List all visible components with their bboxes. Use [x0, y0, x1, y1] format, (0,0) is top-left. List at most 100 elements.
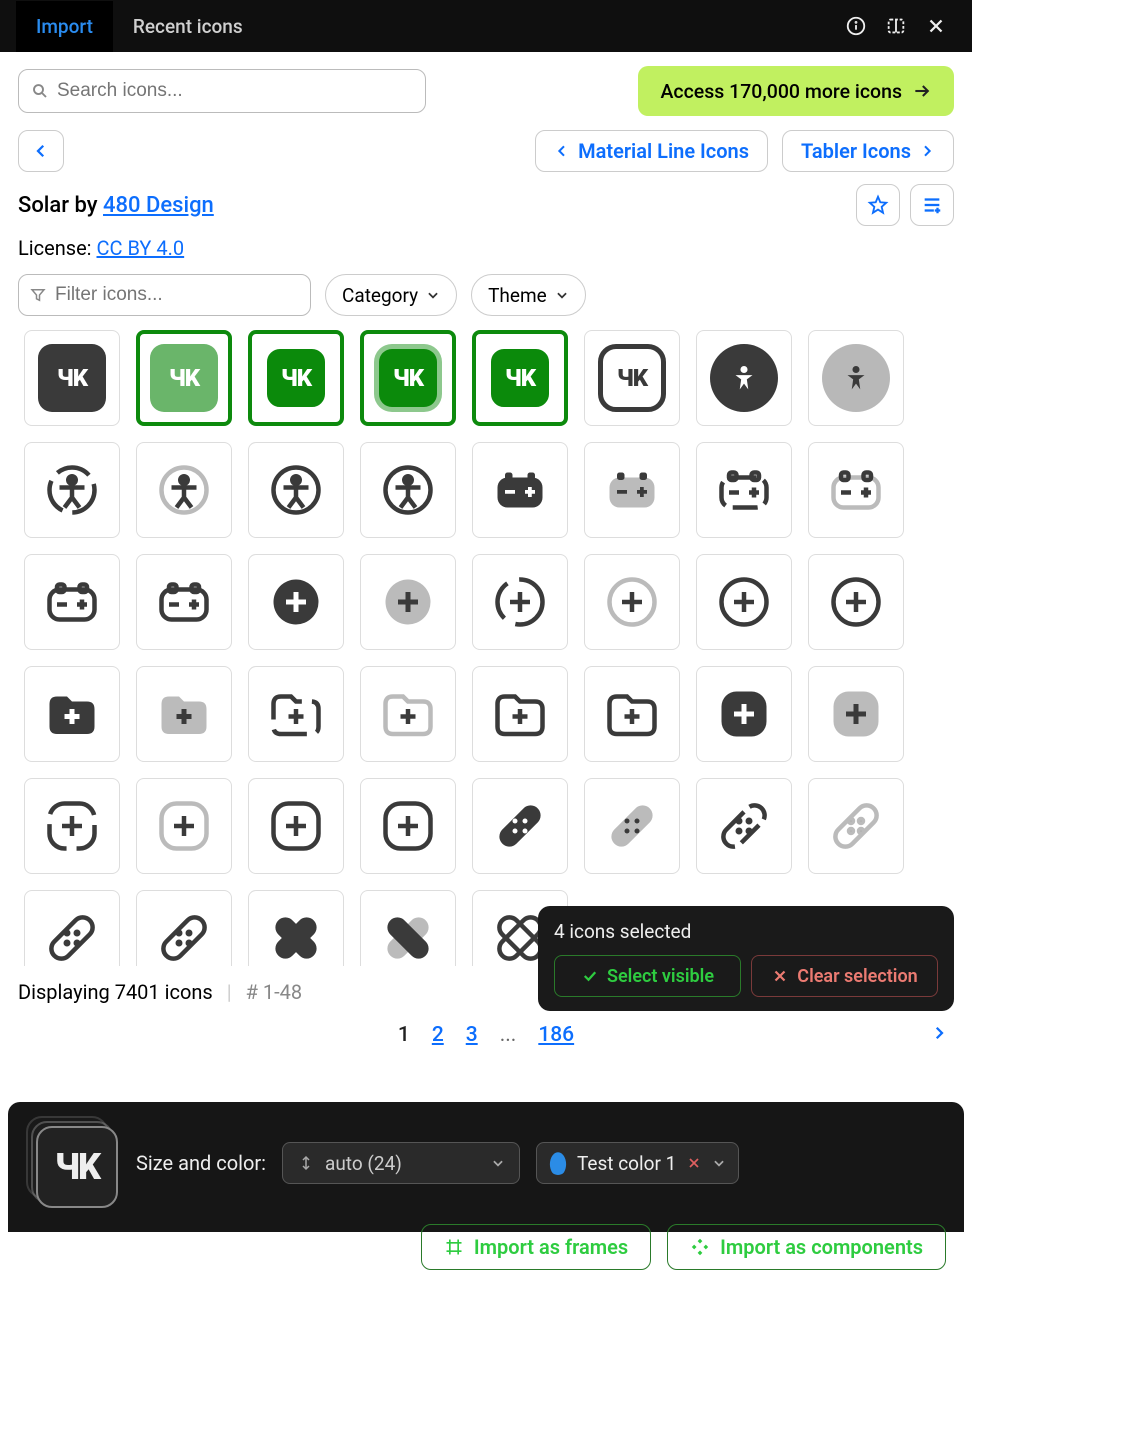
chevron-down-icon — [712, 1156, 726, 1170]
license-link[interactable]: CC BY 4.0 — [97, 236, 185, 260]
icon-accessibility-outline[interactable] — [360, 442, 456, 538]
icon-4k-line-duotone[interactable]: ЧK — [360, 330, 456, 426]
page-ellipsis: ... — [500, 1023, 517, 1047]
import-as-components-button[interactable]: Import as components — [667, 1224, 946, 1270]
icon-adhesive-plaster-2-duotone[interactable] — [360, 890, 456, 966]
icon-adhesive-plaster-line-duotone[interactable] — [808, 778, 904, 874]
icon-add-square-line-duotone[interactable] — [136, 778, 232, 874]
icon-4k-bold[interactable]: ЧK — [24, 330, 120, 426]
component-icon — [690, 1237, 710, 1257]
pagination: 1 2 3 ... 186 — [0, 1017, 972, 1057]
color-swatch-icon — [549, 1151, 567, 1175]
icon-add-circle-line-duotone[interactable] — [584, 554, 680, 650]
page-next-arrow[interactable] — [930, 1024, 948, 1046]
arrow-right-icon — [912, 81, 932, 101]
access-more-button[interactable]: Access 170,000 more icons — [638, 66, 954, 116]
filter-row: Category Theme — [0, 274, 972, 330]
icon-add-circle-duotone[interactable] — [360, 554, 456, 650]
icon-add-square-duotone[interactable] — [808, 666, 904, 762]
search-field[interactable] — [57, 80, 413, 102]
icon-adhesive-plaster-linear[interactable] — [24, 890, 120, 966]
favorite-button[interactable] — [856, 184, 900, 226]
icon-adhesive-plaster-outline[interactable] — [136, 890, 232, 966]
icon-add-folder-duotone[interactable] — [136, 666, 232, 762]
title-row: Solar by 480 Design — [0, 184, 972, 236]
icon-accessibility-bold[interactable] — [696, 330, 792, 426]
nav-row: Material Line Icons Tabler Icons — [0, 130, 972, 184]
back-button[interactable] — [18, 130, 64, 172]
icon-4k-linear[interactable]: ЧK — [472, 330, 568, 426]
page-1: 1 — [398, 1023, 410, 1047]
page-last[interactable]: 186 — [538, 1023, 574, 1047]
list-plus-icon — [921, 194, 943, 216]
icon-add-circle-outline[interactable] — [808, 554, 904, 650]
iconset-title: Solar by 480 Design — [18, 193, 214, 218]
header-bar: Import Recent icons — [0, 0, 972, 52]
icon-adhesive-plaster-2-bold[interactable] — [248, 890, 344, 966]
list-add-button[interactable] — [910, 184, 954, 226]
frame-icon — [444, 1237, 464, 1257]
check-icon — [581, 967, 599, 985]
panel-icon[interactable] — [876, 6, 916, 46]
icon-add-folder-line-duotone[interactable] — [360, 666, 456, 762]
icon-grid: ЧK ЧK ЧK ЧK ЧK ЧK — [14, 330, 958, 966]
clear-selection-button[interactable]: Clear selection — [751, 955, 938, 997]
tab-import[interactable]: Import — [16, 1, 113, 52]
tab-recent-icons[interactable]: Recent icons — [113, 1, 263, 52]
icon-adhesive-plaster-broken[interactable] — [696, 778, 792, 874]
icon-adhesive-plaster-bold[interactable] — [472, 778, 568, 874]
icon-accessibility-linear[interactable] — [248, 442, 344, 538]
theme-dropdown[interactable]: Theme — [471, 274, 586, 316]
filter-field[interactable] — [55, 284, 300, 306]
chevron-down-icon — [555, 288, 569, 302]
icon-4k-broken[interactable]: ЧK — [248, 330, 344, 426]
icon-add-square-outline[interactable] — [360, 778, 456, 874]
info-icon[interactable] — [836, 6, 876, 46]
chevron-right-icon — [930, 1024, 948, 1042]
icon-add-folder-bold[interactable] — [24, 666, 120, 762]
import-as-frames-button[interactable]: Import as frames — [421, 1224, 651, 1270]
size-dropdown[interactable]: auto (24) — [282, 1142, 520, 1184]
icon-accessibility-broken[interactable] — [24, 442, 120, 538]
category-dropdown[interactable]: Category — [325, 274, 457, 316]
display-count: Displaying 7401 icons — [18, 980, 213, 1004]
access-more-label: Access 170,000 more icons — [660, 80, 902, 103]
icon-accumulator-bold[interactable] — [472, 442, 568, 538]
select-visible-button[interactable]: Select visible — [554, 955, 741, 997]
icon-grid-container[interactable]: ЧK ЧK ЧK ЧK ЧK ЧK — [0, 330, 972, 966]
selection-popup: 4 icons selected Select visible Clear se… — [538, 906, 954, 1011]
icon-add-square-bold[interactable] — [696, 666, 792, 762]
page-3[interactable]: 3 — [466, 1023, 478, 1047]
icon-accumulator-duotone[interactable] — [584, 442, 680, 538]
close-icon[interactable] — [916, 6, 956, 46]
chevron-right-icon — [919, 143, 935, 159]
icon-add-circle-bold[interactable] — [248, 554, 344, 650]
icon-accumulator-line-duotone[interactable] — [808, 442, 904, 538]
icon-accumulator-linear[interactable] — [24, 554, 120, 650]
remove-color-icon[interactable] — [686, 1155, 702, 1171]
icon-add-circle-broken[interactable] — [472, 554, 568, 650]
page-2[interactable]: 2 — [432, 1023, 444, 1047]
icon-accessibility-duotone[interactable] — [808, 330, 904, 426]
filter-input[interactable] — [18, 274, 311, 316]
prev-iconset-button[interactable]: Material Line Icons — [535, 130, 768, 172]
icon-accessibility-line-duotone[interactable] — [136, 442, 232, 538]
chevron-down-icon — [426, 288, 440, 302]
icon-add-folder-outline[interactable] — [584, 666, 680, 762]
bottom-bar: ЧK Size and color: auto (24) Test color … — [8, 1102, 964, 1232]
icon-4k-bold-duotone[interactable]: ЧK — [136, 330, 232, 426]
color-dropdown[interactable]: Test color 1 — [536, 1142, 739, 1184]
icon-4k-outline[interactable]: ЧK — [584, 330, 680, 426]
author-link[interactable]: 480 Design — [103, 193, 214, 218]
icon-accumulator-outline[interactable] — [136, 554, 232, 650]
icon-add-folder-linear[interactable] — [472, 666, 568, 762]
icon-add-circle-linear[interactable] — [696, 554, 792, 650]
icon-add-square-linear[interactable] — [248, 778, 344, 874]
icon-add-folder-broken[interactable] — [248, 666, 344, 762]
icon-adhesive-plaster-duotone[interactable] — [584, 778, 680, 874]
next-iconset-button[interactable]: Tabler Icons — [782, 130, 954, 172]
icon-accumulator-broken[interactable] — [696, 442, 792, 538]
selection-preview-stack: ЧK — [26, 1116, 120, 1210]
icon-add-square-broken[interactable] — [24, 778, 120, 874]
search-input[interactable] — [18, 69, 426, 113]
